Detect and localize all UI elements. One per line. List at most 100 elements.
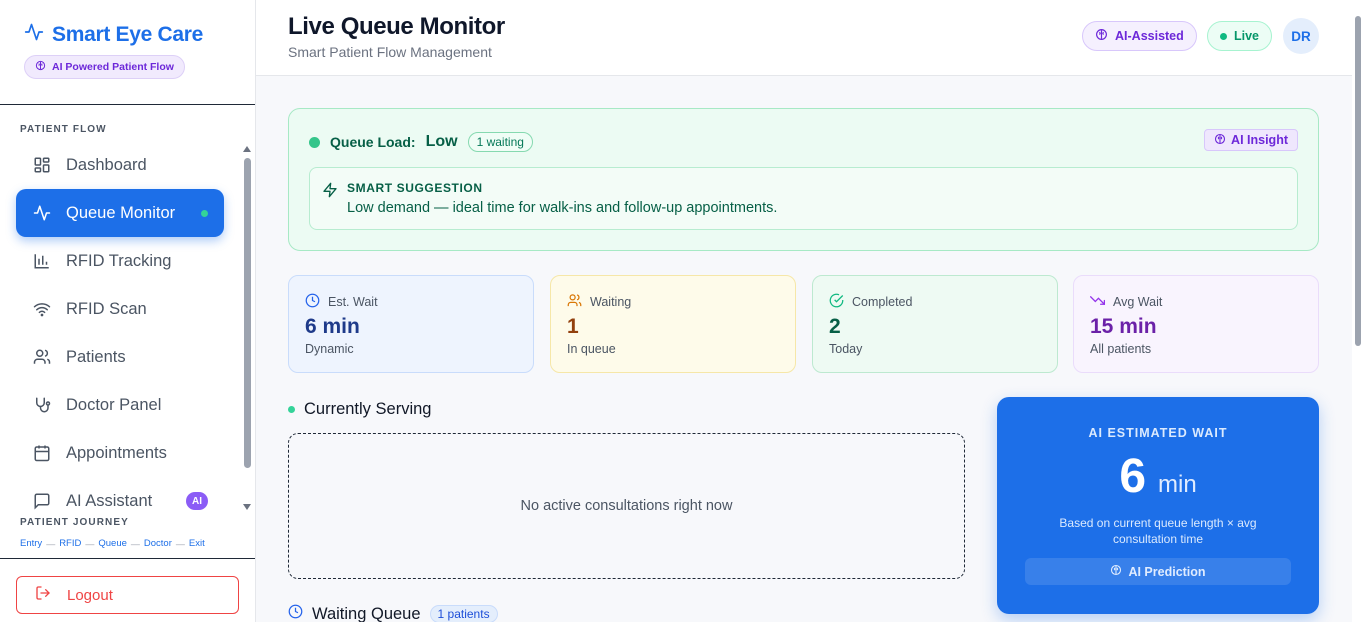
wifi-icon <box>32 299 52 319</box>
lightning-icon <box>322 182 338 203</box>
journey-step: Exit <box>188 538 205 549</box>
message-icon <box>32 491 52 511</box>
calendar-icon <box>32 443 52 463</box>
logout-area: Logout <box>0 558 255 622</box>
patient-journey-steps: Entry — RFID — Queue — Doctor — Exit <box>20 538 205 549</box>
queue-load-label: Queue Load: <box>330 134 416 150</box>
scroll-down-icon[interactable] <box>243 504 251 510</box>
stat-sub: Today <box>829 342 863 356</box>
activity-icon <box>24 22 44 47</box>
stat-value: 6 min <box>305 315 360 338</box>
page-title: Live Queue Monitor <box>288 13 505 40</box>
activity-icon <box>32 203 52 223</box>
sidebar-item-queue-monitor[interactable]: Queue Monitor <box>16 189 224 237</box>
arrow-icon: — <box>46 538 56 549</box>
ai-estimate-number: 6 <box>1119 450 1147 503</box>
stat-value: 2 <box>829 315 841 338</box>
sidebar-item-rfid-tracking[interactable]: RFID Tracking <box>16 237 224 285</box>
queue-load-value: Low <box>425 133 458 150</box>
sidebar-item-dashboard[interactable]: Dashboard <box>16 141 224 189</box>
bar-chart-icon <box>32 251 52 271</box>
trending-down-icon <box>1090 293 1105 311</box>
currently-serving-empty: No active consultations right now <box>288 433 965 579</box>
waiting-queue-count: 1 patients <box>429 605 498 622</box>
sidebar-item-label: RFID Scan <box>66 299 147 318</box>
avatar[interactable]: DR <box>1283 18 1319 54</box>
stat-label: Completed <box>852 295 913 309</box>
users-icon <box>32 347 52 367</box>
stat-value: 1 <box>567 315 579 338</box>
sidebar-item-label: Patients <box>66 347 126 366</box>
page-subtitle: Smart Patient Flow Management <box>288 44 492 60</box>
status-dot <box>288 406 295 413</box>
sidebar-item-label: RFID Tracking <box>66 251 172 270</box>
stat-sub: Dynamic <box>305 342 354 356</box>
sidebar-item-patients[interactable]: Patients <box>16 333 224 381</box>
page-header: Live Queue Monitor Smart Patient Flow Ma… <box>256 0 1352 76</box>
stat-card-est-wait: Est. Wait 6 min Dynamic <box>288 275 534 373</box>
live-badge: Live <box>1207 21 1273 51</box>
currently-serving-title: Currently Serving <box>304 400 432 418</box>
ai-insight-label: AI Insight <box>1231 133 1288 147</box>
ai-insight-badge: AI Insight <box>1204 129 1298 151</box>
stat-label: Avg Wait <box>1113 295 1163 309</box>
page-scrollbar[interactable] <box>1352 0 1364 622</box>
stat-label: Waiting <box>590 295 632 309</box>
currently-serving-heading: Currently Serving <box>288 400 431 419</box>
waiting-queue-title: Waiting Queue <box>312 604 421 622</box>
sidebar-item-rfid-scan[interactable]: RFID Scan <box>16 285 224 333</box>
page-scroll-thumb[interactable] <box>1355 16 1361 346</box>
stethoscope-icon <box>32 395 52 415</box>
stat-card-completed: Completed 2 Today <box>812 275 1058 373</box>
ai-estimate-description: Based on current queue length × avg cons… <box>1059 516 1257 546</box>
ai-powered-badge-label: AI Powered Patient Flow <box>52 61 174 73</box>
ai-estimated-wait-card: AI ESTIMATED WAIT 6 min Based on current … <box>997 397 1319 614</box>
suggestion-text: Low demand — ideal time for walk-ins and… <box>347 200 778 216</box>
stat-card-waiting: Waiting 1 In queue <box>550 275 796 373</box>
logout-button[interactable]: Logout <box>16 576 239 614</box>
grid-icon <box>32 155 52 175</box>
arrow-icon: — <box>175 538 185 549</box>
sidebar-item-label: Appointments <box>66 443 167 462</box>
ai-estimate-value: 6 min <box>997 449 1319 504</box>
ai-prediction-label: AI Prediction <box>1128 564 1206 579</box>
journey-step: RFID <box>59 538 82 549</box>
stat-sub: In queue <box>567 342 616 356</box>
stat-label: Est. Wait <box>328 295 378 309</box>
arrow-icon: — <box>85 538 95 549</box>
journey-step: Queue <box>98 538 127 549</box>
ai-prediction-button[interactable]: AI Prediction <box>1025 558 1291 585</box>
brand-title: Smart Eye Care <box>52 22 204 46</box>
logout-icon <box>35 585 51 605</box>
section-label-patient-flow: PATIENT FLOW <box>20 124 107 135</box>
brain-icon <box>1110 564 1122 579</box>
brain-icon <box>1095 28 1108 44</box>
status-dot <box>309 136 320 148</box>
sidebar-item-doctor-panel[interactable]: Doctor Panel <box>16 381 224 429</box>
ai-badge: AI <box>186 492 208 510</box>
check-circle-icon <box>829 293 844 311</box>
live-label: Live <box>1234 29 1260 43</box>
stat-card-avg-wait: Avg Wait 15 min All patients <box>1073 275 1319 373</box>
live-dot <box>1220 32 1227 40</box>
ai-estimate-title: AI ESTIMATED WAIT <box>1088 426 1228 440</box>
smart-suggestion: SMART SUGGESTION Low demand — ideal time… <box>309 167 1298 230</box>
clock-icon <box>288 604 303 622</box>
sidebar-item-appointments[interactable]: Appointments <box>16 429 224 477</box>
sidebar-scrollbar[interactable] <box>243 146 251 511</box>
brain-icon <box>35 60 46 74</box>
clock-icon <box>305 293 320 311</box>
ai-assisted-label: AI-Assisted <box>1115 29 1184 43</box>
stat-value: 15 min <box>1090 315 1157 338</box>
journey-step: Entry <box>20 538 43 549</box>
section-label-patient-journey: PATIENT JOURNEY <box>20 517 129 528</box>
sidebar-item-label: AI Assistant <box>66 491 153 510</box>
logout-label: Logout <box>67 586 113 604</box>
ai-estimate-unit: min <box>1158 471 1197 498</box>
queue-load-card: Queue Load: Low 1 waiting AI Insight SMA… <box>288 108 1319 251</box>
scroll-up-icon[interactable] <box>243 146 251 152</box>
sidebar-scroll-thumb[interactable] <box>244 158 251 468</box>
journey-step: Doctor <box>143 538 172 549</box>
brand-area: Smart Eye Care AI Powered Patient Flow <box>0 0 255 105</box>
suggestion-title: SMART SUGGESTION <box>347 181 483 195</box>
